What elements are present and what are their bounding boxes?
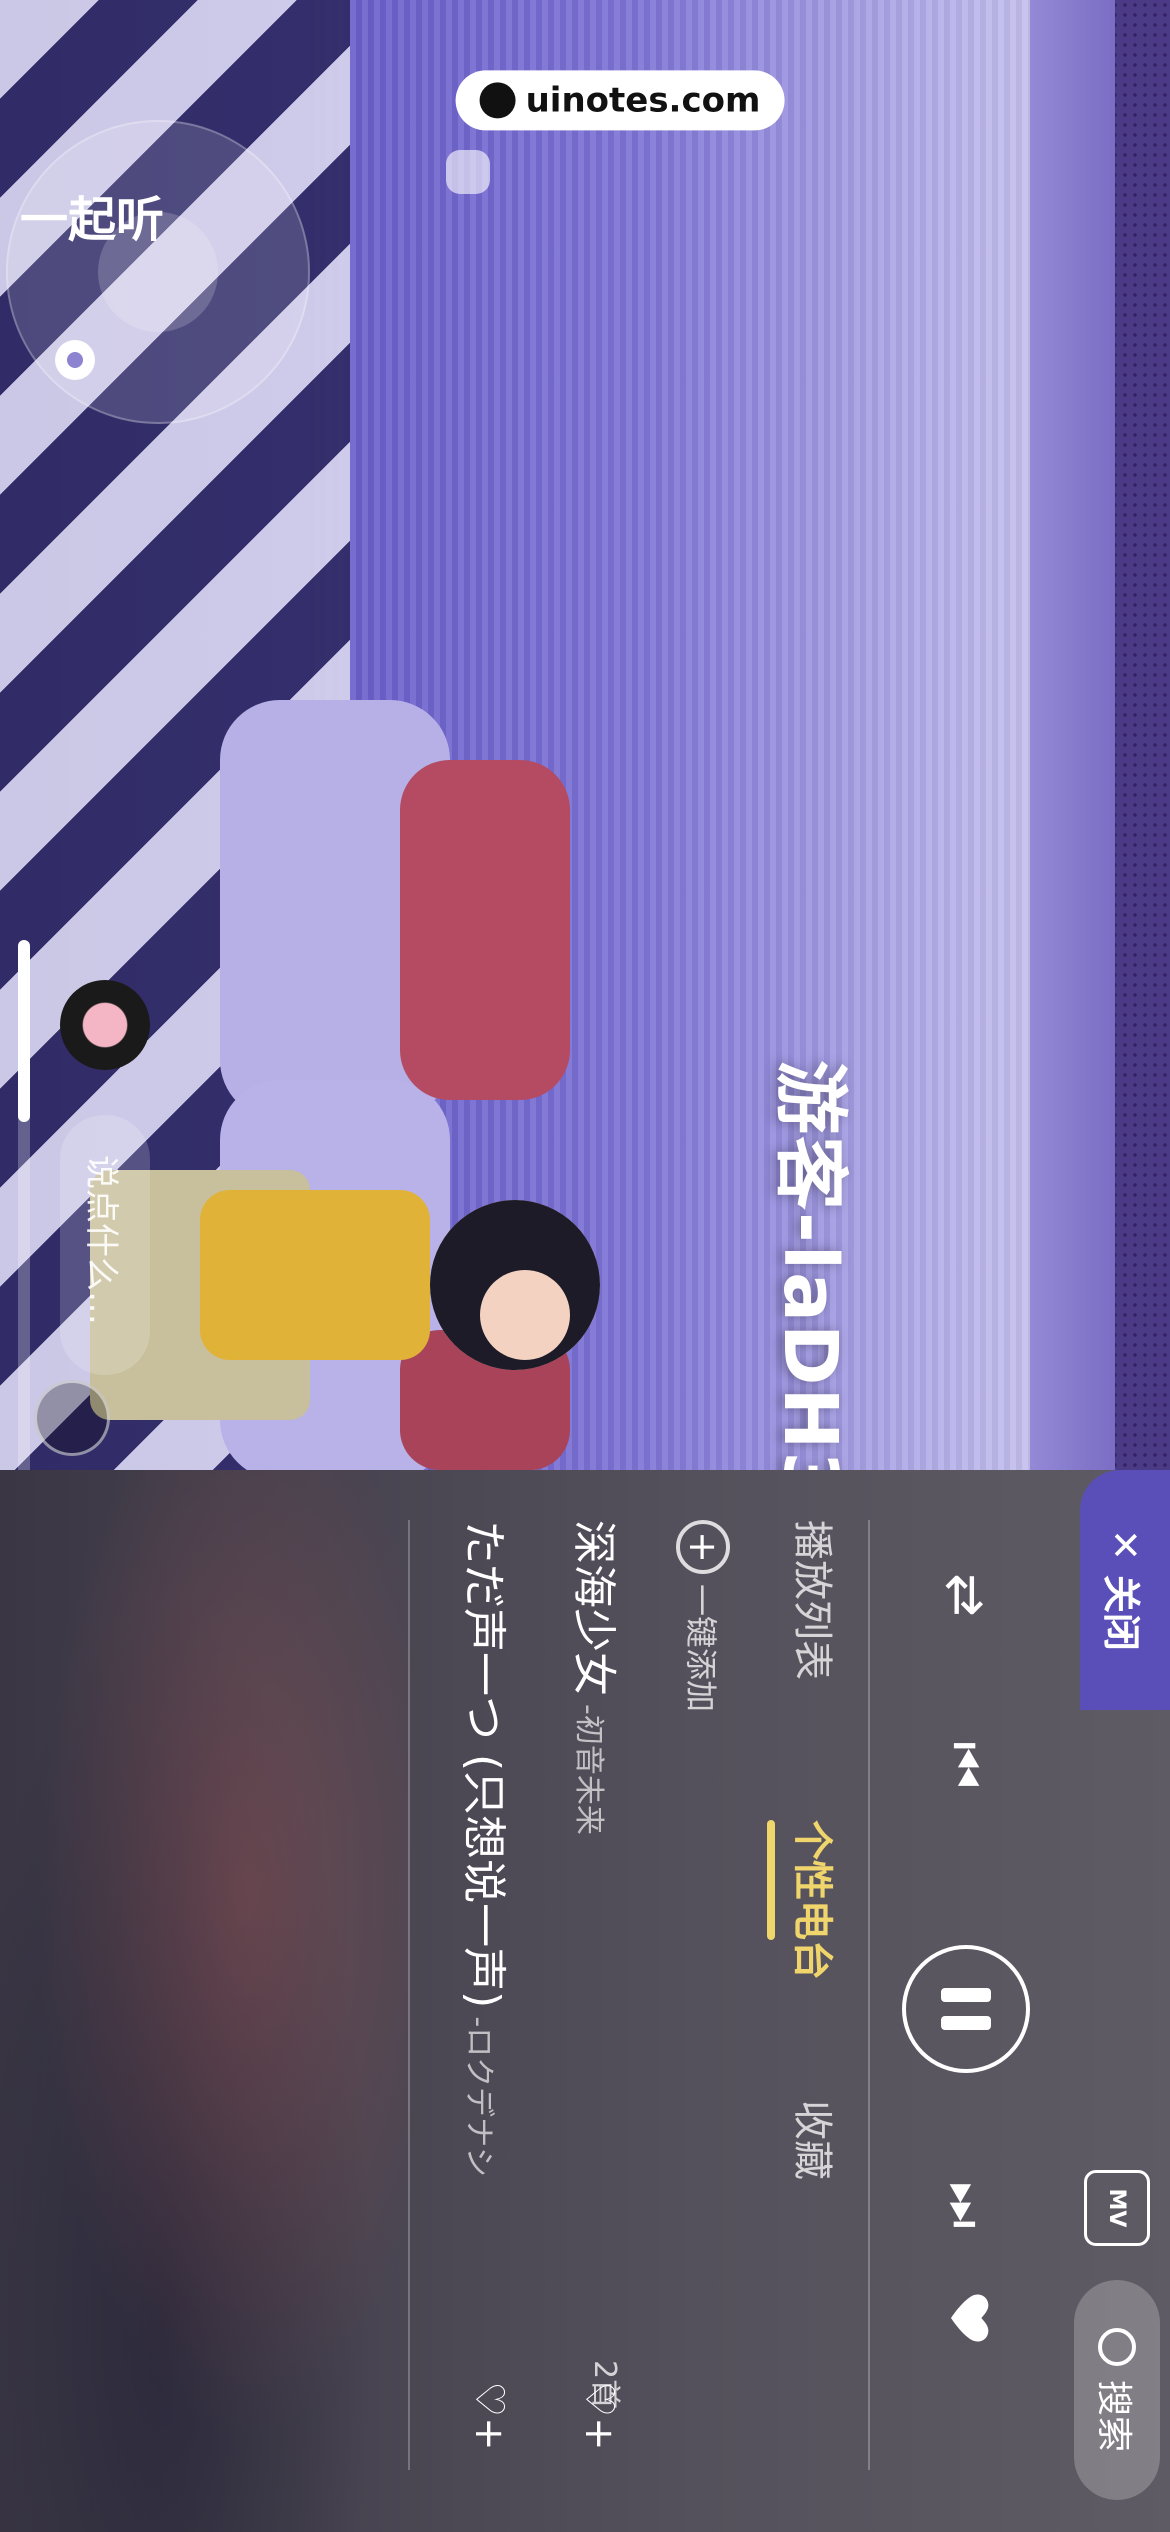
avatar[interactable] xyxy=(430,1200,600,1370)
next-icon[interactable]: ⏭ xyxy=(930,2170,1000,2240)
music-panel: ✕ 关闭 MV 搜索 ⇄ ⏮ ⏭ 播放列表 个性电台 收藏 + 一键添加 深海少… xyxy=(0,1470,1170,2532)
tab-playlist[interactable]: 播放列表 xyxy=(787,1520,845,1680)
mv-button[interactable]: MV xyxy=(1084,2170,1150,2246)
repeat-icon[interactable]: ⇄ xyxy=(930,1560,1000,1630)
close-icon: ✕ xyxy=(1103,1529,1147,1561)
progress-bar[interactable] xyxy=(18,940,30,1470)
divider xyxy=(408,1520,410,2470)
pause-button[interactable] xyxy=(902,1945,1030,2073)
music-disc-icon[interactable] xyxy=(60,980,150,1070)
watermark: uinotes.com xyxy=(455,30,785,170)
tab-favorites[interactable]: 收藏 xyxy=(787,2100,845,2180)
favorite-add-icon[interactable]: ♡+ xyxy=(463,2381,515,2450)
room-scene: 游客-laDH3 一起听 说点什么… xyxy=(0,0,1170,1470)
avatar xyxy=(200,1190,430,1360)
add-icon: + xyxy=(676,1520,730,1574)
divider xyxy=(868,1520,870,2470)
player-controls: ⇄ ⏮ ⏭ xyxy=(900,1470,1040,2532)
username-label: 游客-laDH3 xyxy=(767,1060,853,1470)
search-icon xyxy=(1098,2327,1136,2366)
playlist-tabs: 播放列表 个性电台 收藏 xyxy=(755,1520,855,2470)
prev-icon[interactable]: ⏮ xyxy=(930,1730,1000,1800)
search-button[interactable]: 搜索 xyxy=(1074,2280,1160,2500)
joystick[interactable] xyxy=(6,120,310,424)
active-tab-indicator xyxy=(767,1820,775,1940)
ceiling xyxy=(1030,0,1170,1470)
cushion xyxy=(400,760,570,1100)
camera-shot-button[interactable] xyxy=(34,1380,110,1456)
list-item[interactable]: ただ声一つ (只想说一声)-ロクデナシ xyxy=(456,1520,520,2177)
list-item[interactable]: 深海少女-初音未来 xyxy=(566,1520,630,1835)
close-button[interactable]: ✕ 关闭 xyxy=(1080,1470,1170,1710)
favorite-add-icon[interactable]: ♡+ xyxy=(573,2381,625,2450)
watermark-logo-icon xyxy=(479,82,516,118)
progress-fill xyxy=(18,940,30,1122)
pause-icon xyxy=(941,1988,991,2002)
add-all-button[interactable]: + 一键添加 xyxy=(676,1520,730,1712)
tab-personal-radio[interactable]: 个性电台 xyxy=(787,1820,845,1980)
joystick-knob[interactable] xyxy=(98,212,218,332)
app-screen: 游客-laDH3 一起听 说点什么… uinotes.com ✕ 关闭 MV 搜… xyxy=(0,0,1170,2532)
chat-input[interactable]: 说点什么… xyxy=(60,1115,150,1375)
heart-icon[interactable] xyxy=(944,2290,1000,2346)
